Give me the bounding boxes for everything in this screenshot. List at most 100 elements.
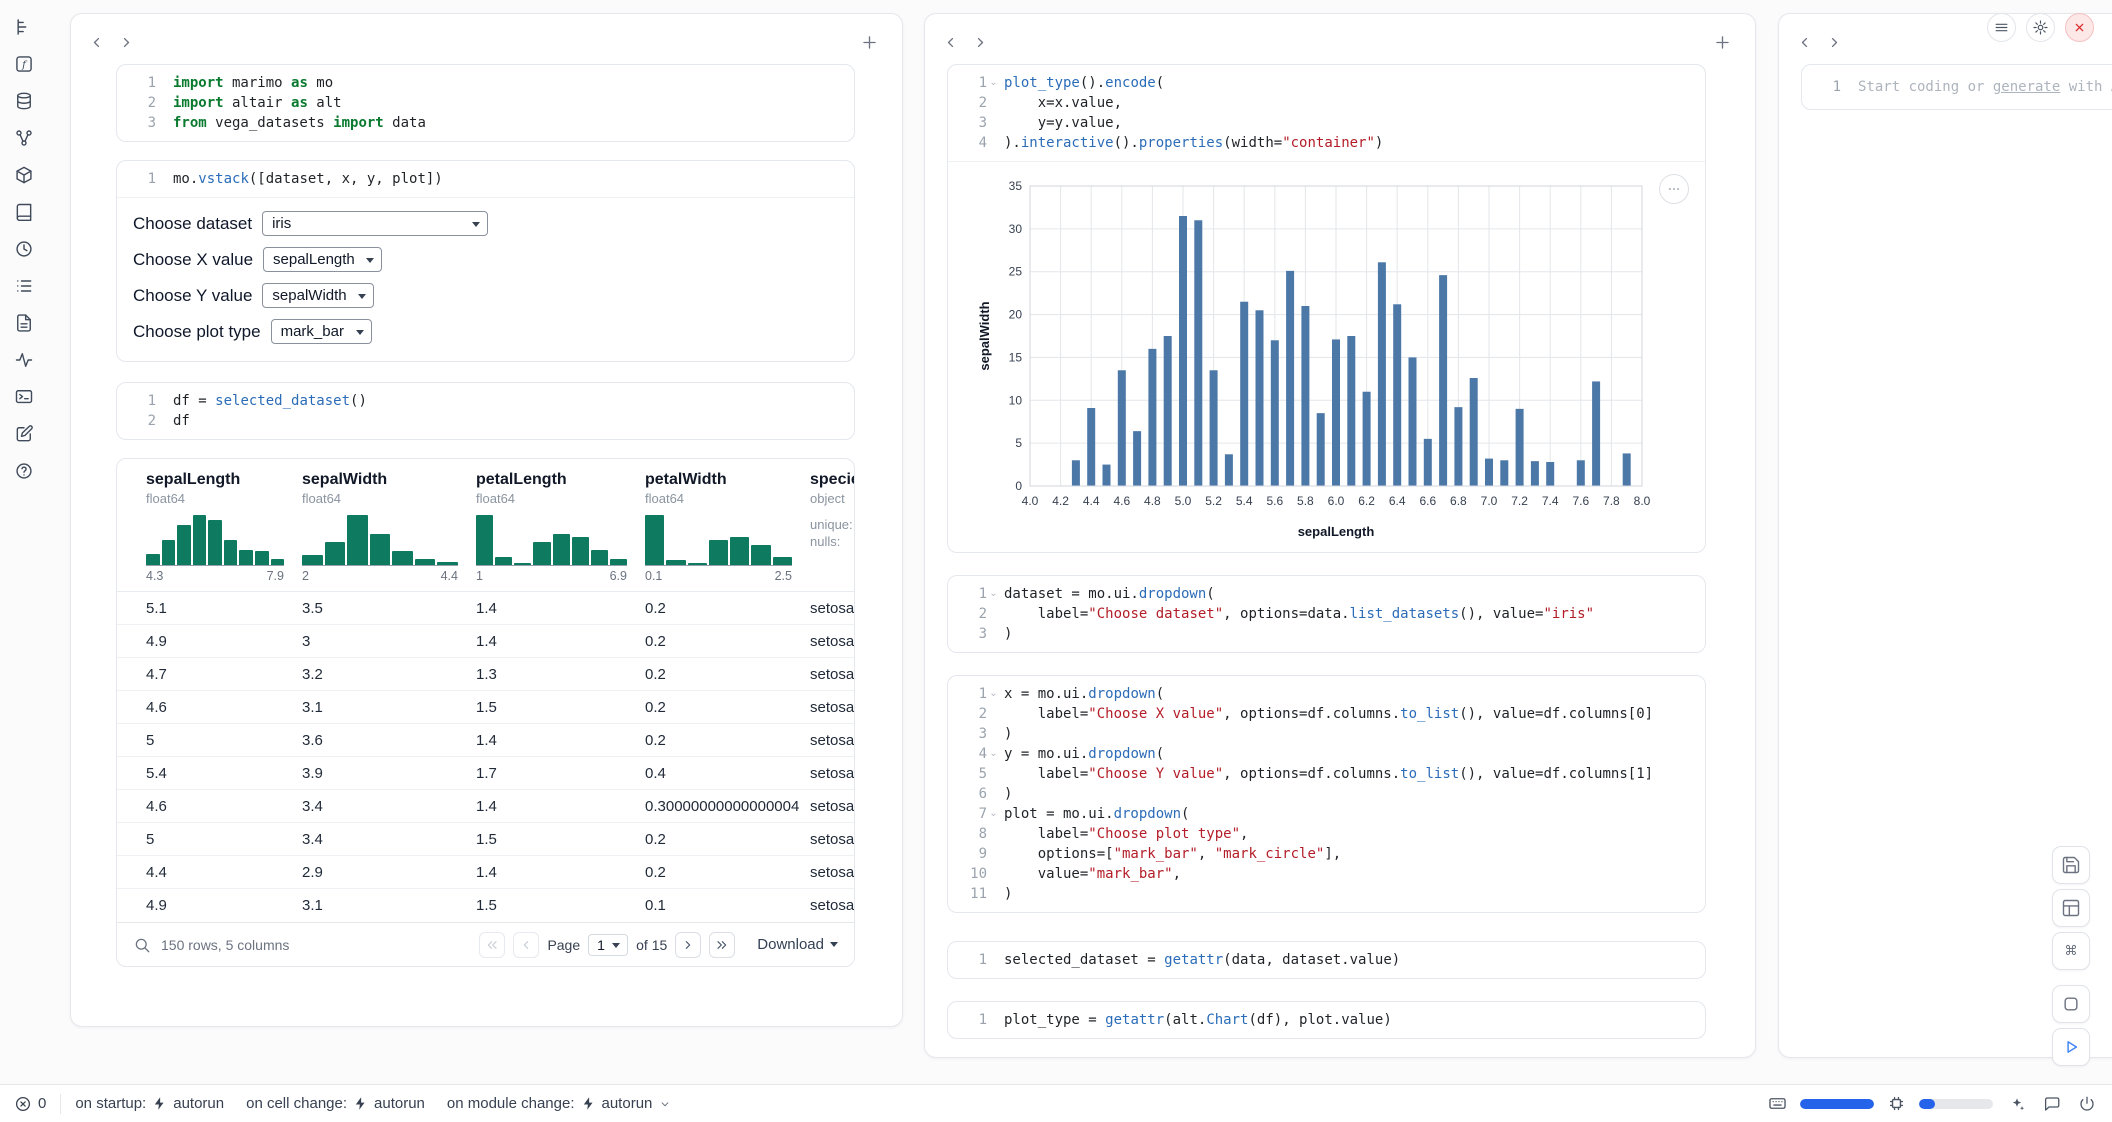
line-numbers: 1 <box>123 169 169 189</box>
close-button[interactable] <box>2065 13 2094 42</box>
keyboard-icon[interactable] <box>1768 1094 1787 1113</box>
next-page-button[interactable] <box>675 932 701 958</box>
marimo-app: f 123import marimo as moimport altair as… <box>0 0 2112 1122</box>
runtime-config-chip[interactable]: on module change:autorun <box>447 1095 672 1112</box>
prev-page-button[interactable] <box>513 932 539 958</box>
chart-menu-button[interactable] <box>1659 174 1689 204</box>
column-header[interactable]: sepalLengthfloat644.37.9 <box>146 471 302 583</box>
x-value-select[interactable]: sepalLength <box>263 247 382 272</box>
svg-text:7.6: 7.6 <box>1572 494 1589 508</box>
column-scroll-left-button[interactable] <box>1789 28 1819 56</box>
runtime-config-chip[interactable]: on cell change:autorun <box>246 1095 425 1112</box>
column-header[interactable]: petalLengthfloat6416.9 <box>476 471 645 583</box>
code-lines: plot_type = getattr(alt.Chart(df), plot.… <box>1000 1010 1693 1030</box>
settings-button[interactable] <box>2026 13 2055 42</box>
panel-notebook-tree-button[interactable] <box>9 13 39 41</box>
last-page-button[interactable] <box>709 932 735 958</box>
table-row[interactable]: 53.41.50.2setosa <box>117 823 854 856</box>
bar-chart[interactable]: 4.04.24.44.64.85.05.25.45.65.86.06.26.46… <box>976 172 1676 544</box>
plus-icon <box>1713 33 1732 52</box>
memory-chip-icon <box>1887 1094 1906 1113</box>
menu-button[interactable] <box>1987 13 2016 42</box>
panel-activity-button[interactable] <box>9 346 39 374</box>
dataset-select[interactable]: iris <box>262 211 488 236</box>
panel-book-button[interactable] <box>9 198 39 226</box>
cell-imports[interactable]: 123import marimo as moimport altair as a… <box>116 64 855 142</box>
column-scroll-right-button[interactable] <box>965 28 995 56</box>
code-lines: dataset = mo.ui.dropdown( label="Choose … <box>1000 584 1693 644</box>
clock-icon <box>14 239 34 259</box>
panel-database-button[interactable] <box>9 87 39 115</box>
table-row[interactable]: 53.61.40.2setosa <box>117 724 854 757</box>
add-cell-button[interactable] <box>1707 28 1737 56</box>
svg-text:8.0: 8.0 <box>1634 494 1651 508</box>
cell-xy-plot-dropdowns[interactable]: 1⌄234⌄567⌄891011x = mo.ui.dropdown( labe… <box>947 675 1706 913</box>
table-row[interactable]: 4.63.41.40.30000000000000004setosa <box>117 790 854 823</box>
panel-terminal-chat-button[interactable] <box>9 383 39 411</box>
svg-text:4.2: 4.2 <box>1052 494 1069 508</box>
cell-dataset-dropdown[interactable]: 1⌄23dataset = mo.ui.dropdown( label="Cho… <box>947 575 1706 653</box>
first-page-button[interactable] <box>479 932 505 958</box>
svg-text:10: 10 <box>1009 393 1023 407</box>
table-row[interactable]: 4.93.11.50.1setosa <box>117 889 854 922</box>
panel-package-button[interactable] <box>9 161 39 189</box>
errors-indicator[interactable]: 0 <box>14 1095 46 1113</box>
cell-plot-type[interactable]: 1plot_type = getattr(alt.Chart(df), plot… <box>947 1001 1706 1039</box>
plus-icon <box>860 33 879 52</box>
panel-help-button[interactable] <box>9 457 39 485</box>
app-view-button[interactable] <box>2052 985 2090 1023</box>
table-row[interactable]: 5.43.91.70.4setosa <box>117 757 854 790</box>
generate-with-ai-link[interactable]: generate <box>1993 79 2060 95</box>
add-cell-button[interactable] <box>854 28 884 56</box>
empty-cell[interactable]: 1 Start coding or generate with AI <box>1801 64 2112 110</box>
run-button[interactable] <box>2052 1028 2090 1066</box>
search-icon[interactable] <box>133 936 151 954</box>
control-row: Choose X value sepalLength <box>133 247 838 272</box>
control-label: Choose X value <box>133 250 253 270</box>
column-scroll-left-button[interactable] <box>81 28 111 56</box>
panel-list-button[interactable] <box>9 272 39 300</box>
column-scroll-right-button[interactable] <box>111 28 141 56</box>
runtime-config-chip[interactable]: on startup:autorun <box>75 1095 224 1112</box>
code-editor[interactable]: 1⌄234plot_type().encode( x=x.value, y=y.… <box>948 65 1705 161</box>
panel-graph-nodes-button[interactable] <box>9 124 39 152</box>
column-header[interactable]: petalWidthfloat640.12.5 <box>645 471 810 583</box>
panel-file-text-button[interactable] <box>9 309 39 337</box>
feedback-button[interactable] <box>2041 1093 2063 1115</box>
y-value-select[interactable]: sepalWidth <box>262 283 374 308</box>
download-button[interactable]: Download <box>757 936 838 953</box>
save-button[interactable] <box>2052 846 2090 884</box>
ai-assistant-button[interactable] <box>2006 1093 2028 1115</box>
keyboard-shortcuts-button[interactable]: ⌘ <box>2052 932 2090 970</box>
shutdown-button[interactable] <box>2076 1093 2098 1115</box>
table-row[interactable]: 4.931.40.2setosa <box>117 625 854 658</box>
svg-text:20: 20 <box>1009 308 1023 322</box>
chat-bubble-icon <box>2043 1095 2061 1113</box>
code-editor[interactable]: 1mo.vstack([dataset, x, y, plot]) <box>117 161 854 197</box>
column-header[interactable]: sepalWidthfloat6424.4 <box>302 471 476 583</box>
column-header[interactable]: speciesobjectunique:nulls: <box>810 471 854 583</box>
column-toolbar <box>71 20 902 64</box>
layout-button[interactable] <box>2052 889 2090 927</box>
scratchpad-icon <box>14 424 34 444</box>
table-row[interactable]: 4.63.11.50.2setosa <box>117 691 854 724</box>
panel-clock-button[interactable] <box>9 235 39 263</box>
column-scroll-right-button[interactable] <box>1819 28 1849 56</box>
cell-df[interactable]: 12df = selected_dataset()df <box>116 382 855 440</box>
panel-scratchpad-button[interactable] <box>9 420 39 448</box>
plot-type-select[interactable]: mark_bar <box>271 319 372 344</box>
page-select[interactable]: 1 <box>588 934 628 956</box>
status-bar: 0 on startup:autorun on cell change:autor… <box>0 1084 2112 1122</box>
table-row[interactable]: 5.13.51.40.2setosa <box>117 592 854 625</box>
column-scroll-left-button[interactable] <box>935 28 965 56</box>
panel-function-square-button[interactable]: f <box>9 50 39 78</box>
table-row[interactable]: 4.73.21.30.2setosa <box>117 658 854 691</box>
svg-text:7.2: 7.2 <box>1511 494 1528 508</box>
gear-icon <box>2032 19 2049 36</box>
svg-text:f: f <box>21 60 28 71</box>
table-footer: 150 rows, 5 columns Page 1 of 15 Downloa… <box>117 922 854 966</box>
cell-selected-dataset[interactable]: 1selected_dataset = getattr(data, datase… <box>947 941 1706 979</box>
control-row: Choose plot typemark_bar <box>133 319 838 344</box>
table-row[interactable]: 4.42.91.40.2setosa <box>117 856 854 889</box>
svg-text:6.8: 6.8 <box>1450 494 1467 508</box>
